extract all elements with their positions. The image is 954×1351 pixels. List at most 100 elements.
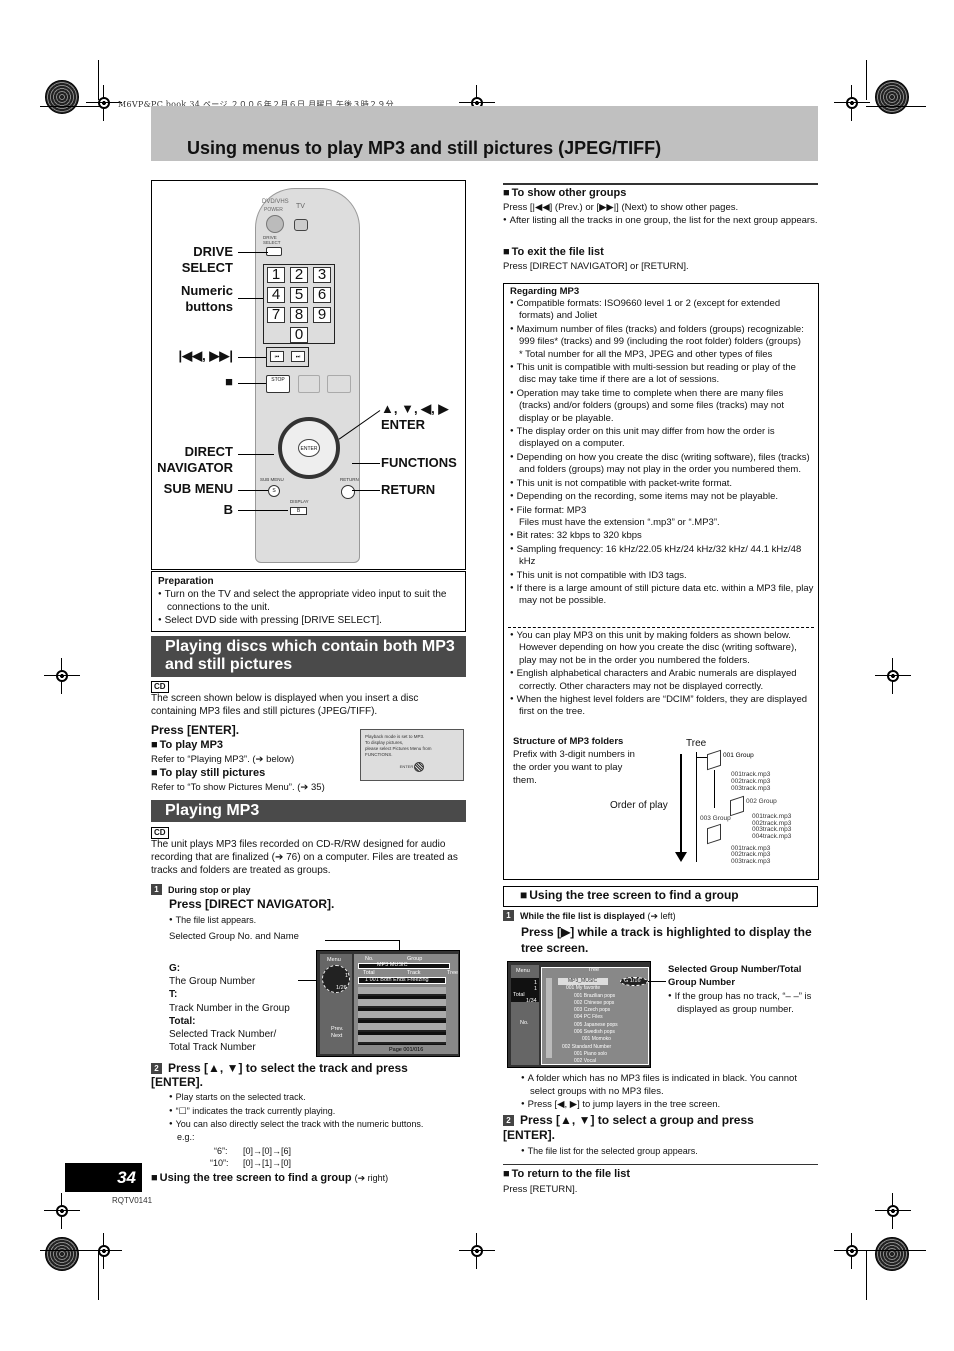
tree-step1-press: Press [▶] while a track is highlighted t… [521,925,812,955]
tree-item[interactable]: 001 Piano solo [558,1051,618,1058]
power-button[interactable] [266,215,284,233]
numeric-key-3[interactable]: 3 [313,267,331,283]
tree-callout-note: If the group has no track, “– –” is disp… [668,990,818,1016]
track-name: 003track.mp3 [752,826,792,833]
tree-scrollbar[interactable] [546,978,552,1058]
crop-mark [98,1250,99,1300]
skip-next-button[interactable]: ⏭ [291,351,305,362]
display-b-button[interactable]: B [290,507,307,515]
crosshair-icon [44,1193,80,1229]
numeric-key-5[interactable]: 5 [290,287,308,303]
numeric-key-0[interactable]: 0 [290,327,308,343]
t-label: T: [169,989,178,1000]
mp3-footnote: * Total number for all the MP3, JPEG and… [519,348,773,360]
leader-line [238,510,288,511]
group-name: 001 Group [723,752,754,759]
tree-item[interactable]: 001 Momoko [558,1036,618,1043]
numeric-key-2[interactable]: 2 [290,267,308,283]
tree-item[interactable]: 002 Vocal [558,1058,618,1065]
divider [503,1164,818,1165]
numeric-key-1[interactable]: 1 [267,267,285,283]
tree-item[interactable]: 006 Swedish pops [558,1029,618,1036]
track-name: 001track.mp3 [731,771,771,778]
page-title: Using menus to play MP3 and still pictur… [187,138,662,158]
crop-mark [98,60,99,100]
step-number-badge: 2 [503,1115,514,1126]
label-numeric-buttons: Numeric buttons [180,283,233,314]
section2-intro: The unit plays MP3 files recorded on CD-… [151,839,458,876]
crop-mark [866,60,867,100]
pause-button[interactable] [298,375,320,393]
enter-button[interactable]: ENTER [298,439,320,457]
label-stop: ■ [225,374,233,389]
eg-value-10: [0]→[1]→[0] [243,1158,292,1168]
screen-group-header: Group [407,956,423,962]
crosshair-icon [86,1233,122,1269]
tree-total-value: 1/34 [526,998,537,1004]
return-file-list-heading: To return to the file list [503,1168,630,1181]
screen-tree-header: Tree [447,970,459,976]
label-sub-menu: SUB MENU [163,481,233,496]
file-list-screen: Menu 1 1/26 Prev. Next No. Group MP3 MUS… [316,950,460,1057]
tree-branch [714,770,715,808]
tree-item[interactable]: 002 Chinese pops [558,1000,618,1007]
tree-item[interactable]: 004 PC Files [558,1014,618,1021]
structure-text: Prefix with 3-digit numbers in the order… [513,749,635,786]
crosshair-icon [875,1193,911,1229]
mp3-note: This unit is not compatible with ID3 tag… [510,569,815,582]
tv-power-button[interactable] [294,219,308,231]
mp3-note: Depending on how you create the disc (wr… [510,451,815,477]
tree-item-selected[interactable]: MP3_MUSIC [558,978,608,986]
tree-item[interactable]: 002 Standard Number [558,1044,618,1051]
sub-menu-button[interactable]: S [268,485,280,497]
leader-line [648,981,666,982]
tree-total-label: Total [513,992,525,998]
step-number-badge: 1 [151,884,162,895]
mp3-note: Operation may take time to complete when… [510,387,815,425]
mp3-note: If there is a large amount of still pict… [510,582,815,608]
section-heading-playing-mp3: Playing MP3 [151,800,466,822]
screen-total-value: 1/26 [336,985,347,991]
mp3-note: Maximum number of files (tracks) and fol… [510,323,815,349]
tree-menu-label: Menu [516,968,530,974]
leader-line [238,298,263,299]
preparation-item: Select DVD side with pressing [DRIVE SEL… [158,614,459,627]
skip-prev-button[interactable]: ⏮ [270,351,284,362]
regarding-mp3-list-2: You can play MP3 on this unit by making … [510,629,815,719]
screen-g-value: 1 [345,973,349,979]
to-play-mp3-heading: To play MP3 [151,739,223,752]
numeric-key-4[interactable]: 4 [267,287,285,303]
track-name: 003track.mp3 [731,858,771,865]
mp3-note: This unit is not compatible with packet-… [510,477,815,490]
numeric-key-8[interactable]: 8 [290,307,308,323]
to-play-mp3-text: Refer to “Playing MP3”. (➔ below) [151,754,295,765]
tree-no-label: No. [520,1020,529,1026]
tv-label: TV [296,203,305,210]
numeric-key-7[interactable]: 7 [267,307,285,323]
stop-button[interactable]: STOP [266,375,290,393]
tree-item[interactable]: 003 Czech pops [558,1007,618,1014]
total-label: Total: [169,1016,196,1027]
tree-note: Press [◀, ▶] to jump layers in the tree … [521,1098,816,1111]
enter-hint: ENTER [365,762,459,772]
mp3-note: Sampling frequency: 16 kHz/22.05 kHz/24 … [510,543,815,569]
tree-item[interactable]: 001 My favorite [558,985,618,992]
tree-step2-press: 2 Press [▲, ▼] to select a group and pres… [503,1113,754,1142]
mp3-note: English alphabetical characters and Arab… [510,667,815,693]
mp3-note: File format: MP3 Files must have the ext… [510,504,815,530]
play-button[interactable] [327,375,351,393]
step-number-badge: 2 [151,1063,162,1074]
crosshair-icon [44,658,80,694]
other-groups-note: After listing all the tracks in one grou… [503,214,818,227]
tree-item[interactable]: 005 Japanese pops [558,1022,618,1029]
mp3-note: You can play MP3 on this unit by making … [510,629,815,667]
drive-select-button[interactable] [266,247,282,256]
return-button[interactable] [341,485,355,499]
enter-disc-icon [414,762,425,772]
exit-file-list-text: Press [DIRECT NAVIGATOR] or [RETURN]. [503,261,689,272]
crop-mark [866,1250,867,1300]
return-file-list-text: Press [RETURN]. [503,1184,578,1195]
numeric-key-9[interactable]: 9 [313,307,331,323]
tree-item[interactable]: 001 Brazilian pops [558,993,618,1000]
numeric-key-6[interactable]: 6 [313,287,331,303]
